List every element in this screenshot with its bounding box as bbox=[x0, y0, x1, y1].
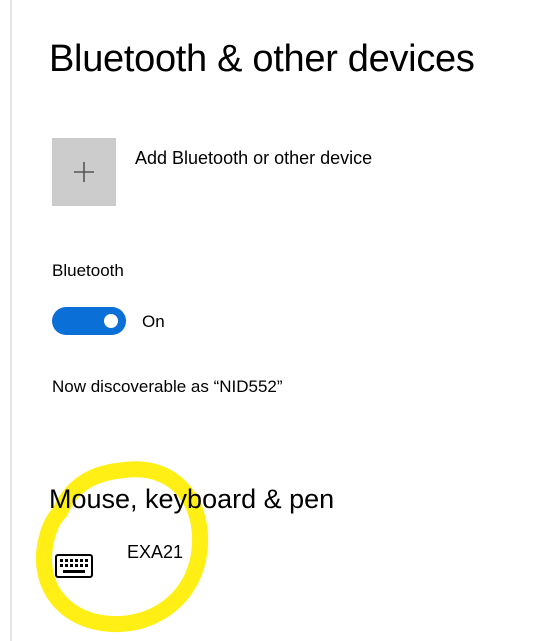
bluetooth-toggle[interactable] bbox=[52, 307, 126, 335]
add-device-label[interactable]: Add Bluetooth or other device bbox=[135, 148, 372, 169]
nav-divider bbox=[10, 0, 12, 641]
bluetooth-label: Bluetooth bbox=[52, 261, 124, 280]
section-heading-mouse-keyboard-pen: Mouse, keyboard & pen bbox=[49, 484, 335, 514]
settings-page: Bluetooth & other devices Add Bluetooth … bbox=[0, 0, 560, 641]
bluetooth-toggle-state: On bbox=[142, 312, 165, 331]
toggle-knob bbox=[104, 314, 118, 328]
plus-icon bbox=[74, 162, 94, 182]
add-device-tile[interactable] bbox=[52, 138, 116, 206]
page-title: Bluetooth & other devices bbox=[49, 38, 475, 80]
keyboard-icon bbox=[55, 554, 93, 578]
add-bluetooth-device-button[interactable]: Add Bluetooth or other device bbox=[52, 138, 502, 208]
device-item[interactable]: EXA21 bbox=[52, 538, 252, 578]
discoverable-status: Now discoverable as “NID552” bbox=[52, 377, 283, 396]
device-name[interactable]: EXA21 bbox=[127, 542, 183, 563]
